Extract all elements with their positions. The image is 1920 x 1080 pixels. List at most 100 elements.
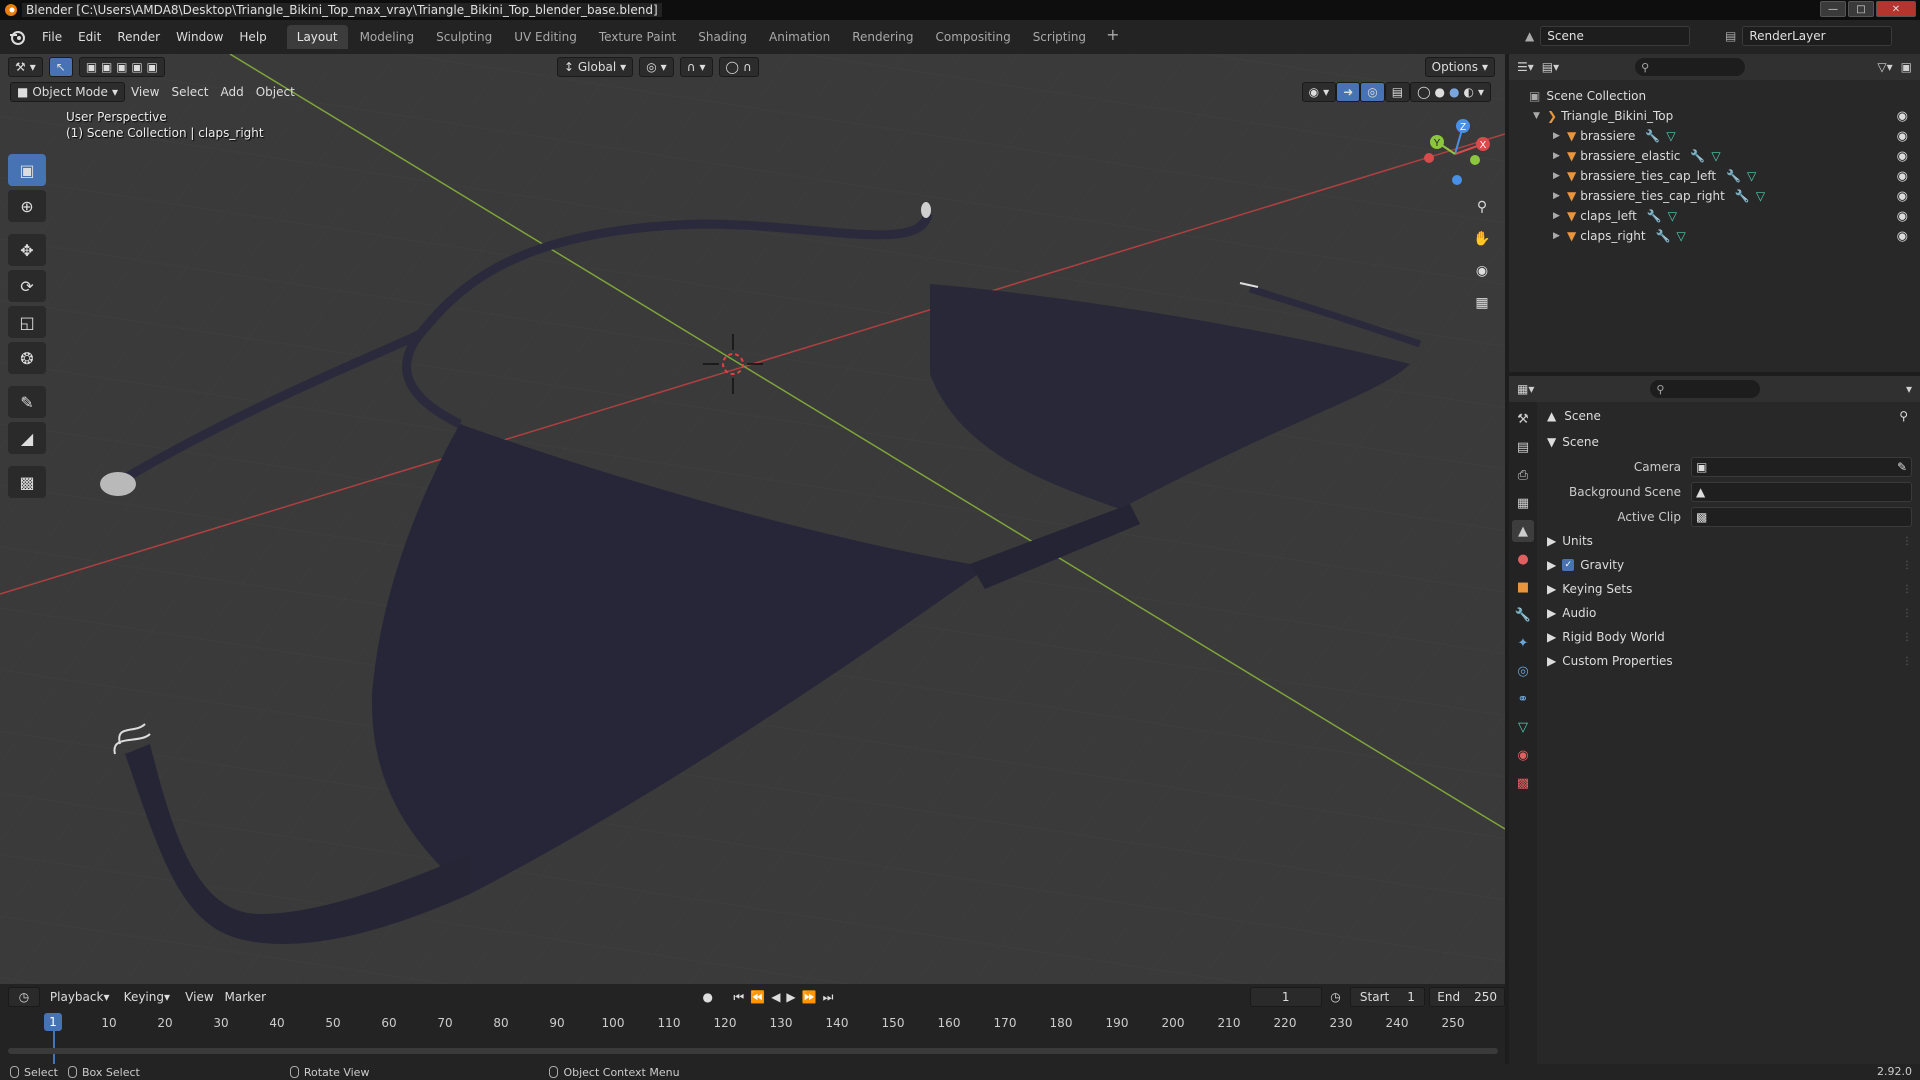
editor-type-button[interactable]: ⚒ ▾ xyxy=(8,57,43,77)
gizmo-toggle[interactable]: ➜ xyxy=(1336,82,1361,102)
panel-rigid-body-world[interactable]: ▶ Rigid Body World ⋮ xyxy=(1541,625,1916,649)
tool-measure[interactable]: ◢ xyxy=(8,422,46,454)
new-collection-icon[interactable]: ▣ xyxy=(1901,60,1912,74)
active-clip-field[interactable]: ▩ xyxy=(1691,506,1912,527)
outliner-search-input[interactable]: ⚲ xyxy=(1635,58,1746,76)
pin-icon[interactable]: ⚲ xyxy=(1899,409,1908,423)
keying-menu[interactable]: Keying ▾ xyxy=(118,987,178,1007)
tool-annotate[interactable]: ✎ xyxy=(8,386,46,418)
view-layer-field[interactable]: RenderLayer xyxy=(1742,26,1893,46)
timeline-editor-type[interactable]: ◷ xyxy=(8,987,40,1007)
minimize-button[interactable]: — xyxy=(1820,1,1846,17)
blender-logo-icon[interactable] xyxy=(8,27,28,47)
display-mode-icon[interactable]: ▤▾ xyxy=(1542,60,1559,74)
tab-rendering[interactable]: Rendering xyxy=(842,25,923,49)
tool-scale[interactable]: ◱ xyxy=(8,306,46,338)
background-scene-field[interactable]: ▲ xyxy=(1691,481,1912,502)
panel-gravity[interactable]: ▶ ✓ Gravity ⋮ xyxy=(1541,553,1916,577)
tree-row-scene-collection[interactable]: ▣ Scene Collection xyxy=(1509,86,1920,106)
visibility-eye-icon[interactable]: ◉ xyxy=(1897,229,1908,244)
tab-scripting[interactable]: Scripting xyxy=(1023,25,1096,49)
drag-handle-icon[interactable]: ⋮ xyxy=(1902,584,1912,595)
object-tab-icon[interactable]: ■ xyxy=(1512,576,1534,598)
end-frame-field[interactable]: End 250 xyxy=(1429,987,1505,1007)
navigation-gizmo[interactable]: X Z Y xyxy=(1415,114,1495,194)
expand-arrow-icon[interactable]: ▶ xyxy=(1553,231,1563,241)
viewport-scene[interactable] xyxy=(0,54,1505,984)
particles-tab-icon[interactable]: ✦ xyxy=(1512,632,1534,654)
proportional-edit-toggle[interactable]: ◯ ∩ xyxy=(718,57,759,77)
maximize-button[interactable]: □ xyxy=(1848,1,1874,17)
select-tool-button[interactable]: ↖ xyxy=(48,57,73,77)
marker-menu[interactable]: Marker xyxy=(221,987,269,1007)
tree-row-brassiere-elastic[interactable]: ▶ ▼ brassiere_elastic 🔧 ▽ ◉ xyxy=(1509,146,1920,166)
tree-row-ties-cap-right[interactable]: ▶ ▼ brassiere_ties_cap_right 🔧 ▽ ◉ xyxy=(1509,186,1920,206)
tool-settings-tab-icon[interactable]: ⚒ xyxy=(1512,408,1534,430)
drag-handle-icon[interactable]: ⋮ xyxy=(1902,656,1912,667)
camera-view-icon[interactable]: ◉ xyxy=(1468,258,1496,284)
render-tab-icon[interactable]: ▤ xyxy=(1512,436,1534,458)
expand-arrow-icon[interactable]: ▼ xyxy=(1533,111,1543,121)
tab-layout[interactable]: Layout xyxy=(286,25,348,49)
frame-ruler[interactable]: 10 20 30 40 50 60 70 80 90 100 110 120 130 140 150 160 1… xyxy=(0,1012,1505,1034)
expand-arrow-icon[interactable]: ▶ xyxy=(1553,171,1563,181)
scene-name-field[interactable]: Scene xyxy=(1540,26,1691,46)
zoom-icon[interactable]: ⚲ xyxy=(1468,194,1496,220)
select-mode-buttons[interactable]: ▣ ▣ ▣ ▣ ▣ xyxy=(78,57,165,77)
tool-transform[interactable]: ❂ xyxy=(8,342,46,374)
jump-start-icon[interactable]: ⏮ xyxy=(733,990,744,1005)
add-workspace-button[interactable]: + xyxy=(1098,25,1127,49)
record-button[interactable]: ● xyxy=(696,987,720,1007)
prev-key-icon[interactable]: ⏪ xyxy=(750,990,765,1004)
play-icon[interactable]: ▶ xyxy=(786,990,795,1004)
tree-row-claps-left[interactable]: ▶ ▼ claps_left 🔧 ▽ ◉ xyxy=(1509,206,1920,226)
gravity-checkbox[interactable]: ✓ xyxy=(1562,559,1575,571)
snap-toggle[interactable]: ∩ ▾ xyxy=(679,57,713,77)
properties-search-input[interactable]: ⚲ xyxy=(1650,380,1761,398)
playback-menu[interactable]: Playback ▾ xyxy=(44,987,114,1007)
menu-object[interactable]: Object xyxy=(250,85,301,99)
expand-arrow-icon[interactable]: ▶ xyxy=(1553,131,1563,141)
jump-end-icon[interactable]: ⏭ xyxy=(823,990,834,1005)
tab-sculpting[interactable]: Sculpting xyxy=(426,25,502,49)
overlay-toggle[interactable]: ◎ xyxy=(1360,82,1385,102)
close-button[interactable]: ✕ xyxy=(1876,1,1916,17)
visibility-eye-icon[interactable]: ◉ xyxy=(1897,109,1908,124)
output-tab-icon[interactable]: ⎙ xyxy=(1512,464,1534,486)
view-layer-selector[interactable]: ▤ RenderLayer xyxy=(1725,25,1910,47)
3d-viewport[interactable]: ⚒ ▾ ↖ ▣ ▣ ▣ ▣ ▣ ↕ Global ▾ ◎ ▾ ∩ ▾ ◯ ∩ Options… xyxy=(0,54,1505,984)
view-menu[interactable]: View xyxy=(181,987,217,1007)
visibility-eye-icon[interactable]: ◉ xyxy=(1897,149,1908,164)
expand-arrow-icon[interactable]: ▶ xyxy=(1553,191,1563,201)
world-tab-icon[interactable]: ● xyxy=(1512,548,1534,570)
visibility-eye-icon[interactable]: ◉ xyxy=(1897,129,1908,144)
tree-row-claps-right[interactable]: ▶ ▼ claps_right 🔧 ▽ ◉ xyxy=(1509,226,1920,246)
outliner-editor-icon[interactable]: ☰▾ xyxy=(1517,60,1534,74)
drag-handle-icon[interactable]: ⋮ xyxy=(1902,560,1912,571)
tool-move[interactable]: ✥ xyxy=(8,234,46,266)
tab-animation[interactable]: Animation xyxy=(759,25,840,49)
tab-modeling[interactable]: Modeling xyxy=(350,25,425,49)
menu-edit[interactable]: Edit xyxy=(70,30,109,44)
pivot-dropdown[interactable]: ◎ ▾ xyxy=(639,57,674,77)
menu-select[interactable]: Select xyxy=(165,85,214,99)
current-frame-field[interactable]: 1 xyxy=(1249,987,1322,1007)
scene-tab-icon[interactable]: ▲ xyxy=(1512,520,1534,542)
eyedropper-icon[interactable]: ✎ xyxy=(1897,460,1907,474)
menu-help[interactable]: Help xyxy=(231,30,274,44)
tab-shading[interactable]: Shading xyxy=(688,25,757,49)
properties-editor-icon[interactable]: ▦▾ xyxy=(1517,382,1534,396)
menu-render[interactable]: Render xyxy=(109,30,168,44)
tool-cursor[interactable]: ⊕ xyxy=(8,190,46,222)
visibility-eye-icon[interactable]: ◉ xyxy=(1897,169,1908,184)
options-dropdown[interactable]: Options ▾ xyxy=(1424,57,1495,77)
drag-handle-icon[interactable]: ⋮ xyxy=(1902,536,1912,547)
transform-orientation-dropdown[interactable]: ↕ Global ▾ xyxy=(556,57,634,77)
modifier-tab-icon[interactable]: 🔧 xyxy=(1512,604,1534,626)
expand-arrow-icon[interactable]: ▶ xyxy=(1553,151,1563,161)
menu-file[interactable]: File xyxy=(34,30,70,44)
visibility-dropdown[interactable]: ◉ ▾ xyxy=(1301,82,1337,102)
shading-modes[interactable]: ◯ ● ● ◐ ▾ xyxy=(1410,82,1491,102)
tab-uv-editing[interactable]: UV Editing xyxy=(504,25,587,49)
tool-add-cube[interactable]: ▩ xyxy=(8,466,46,498)
